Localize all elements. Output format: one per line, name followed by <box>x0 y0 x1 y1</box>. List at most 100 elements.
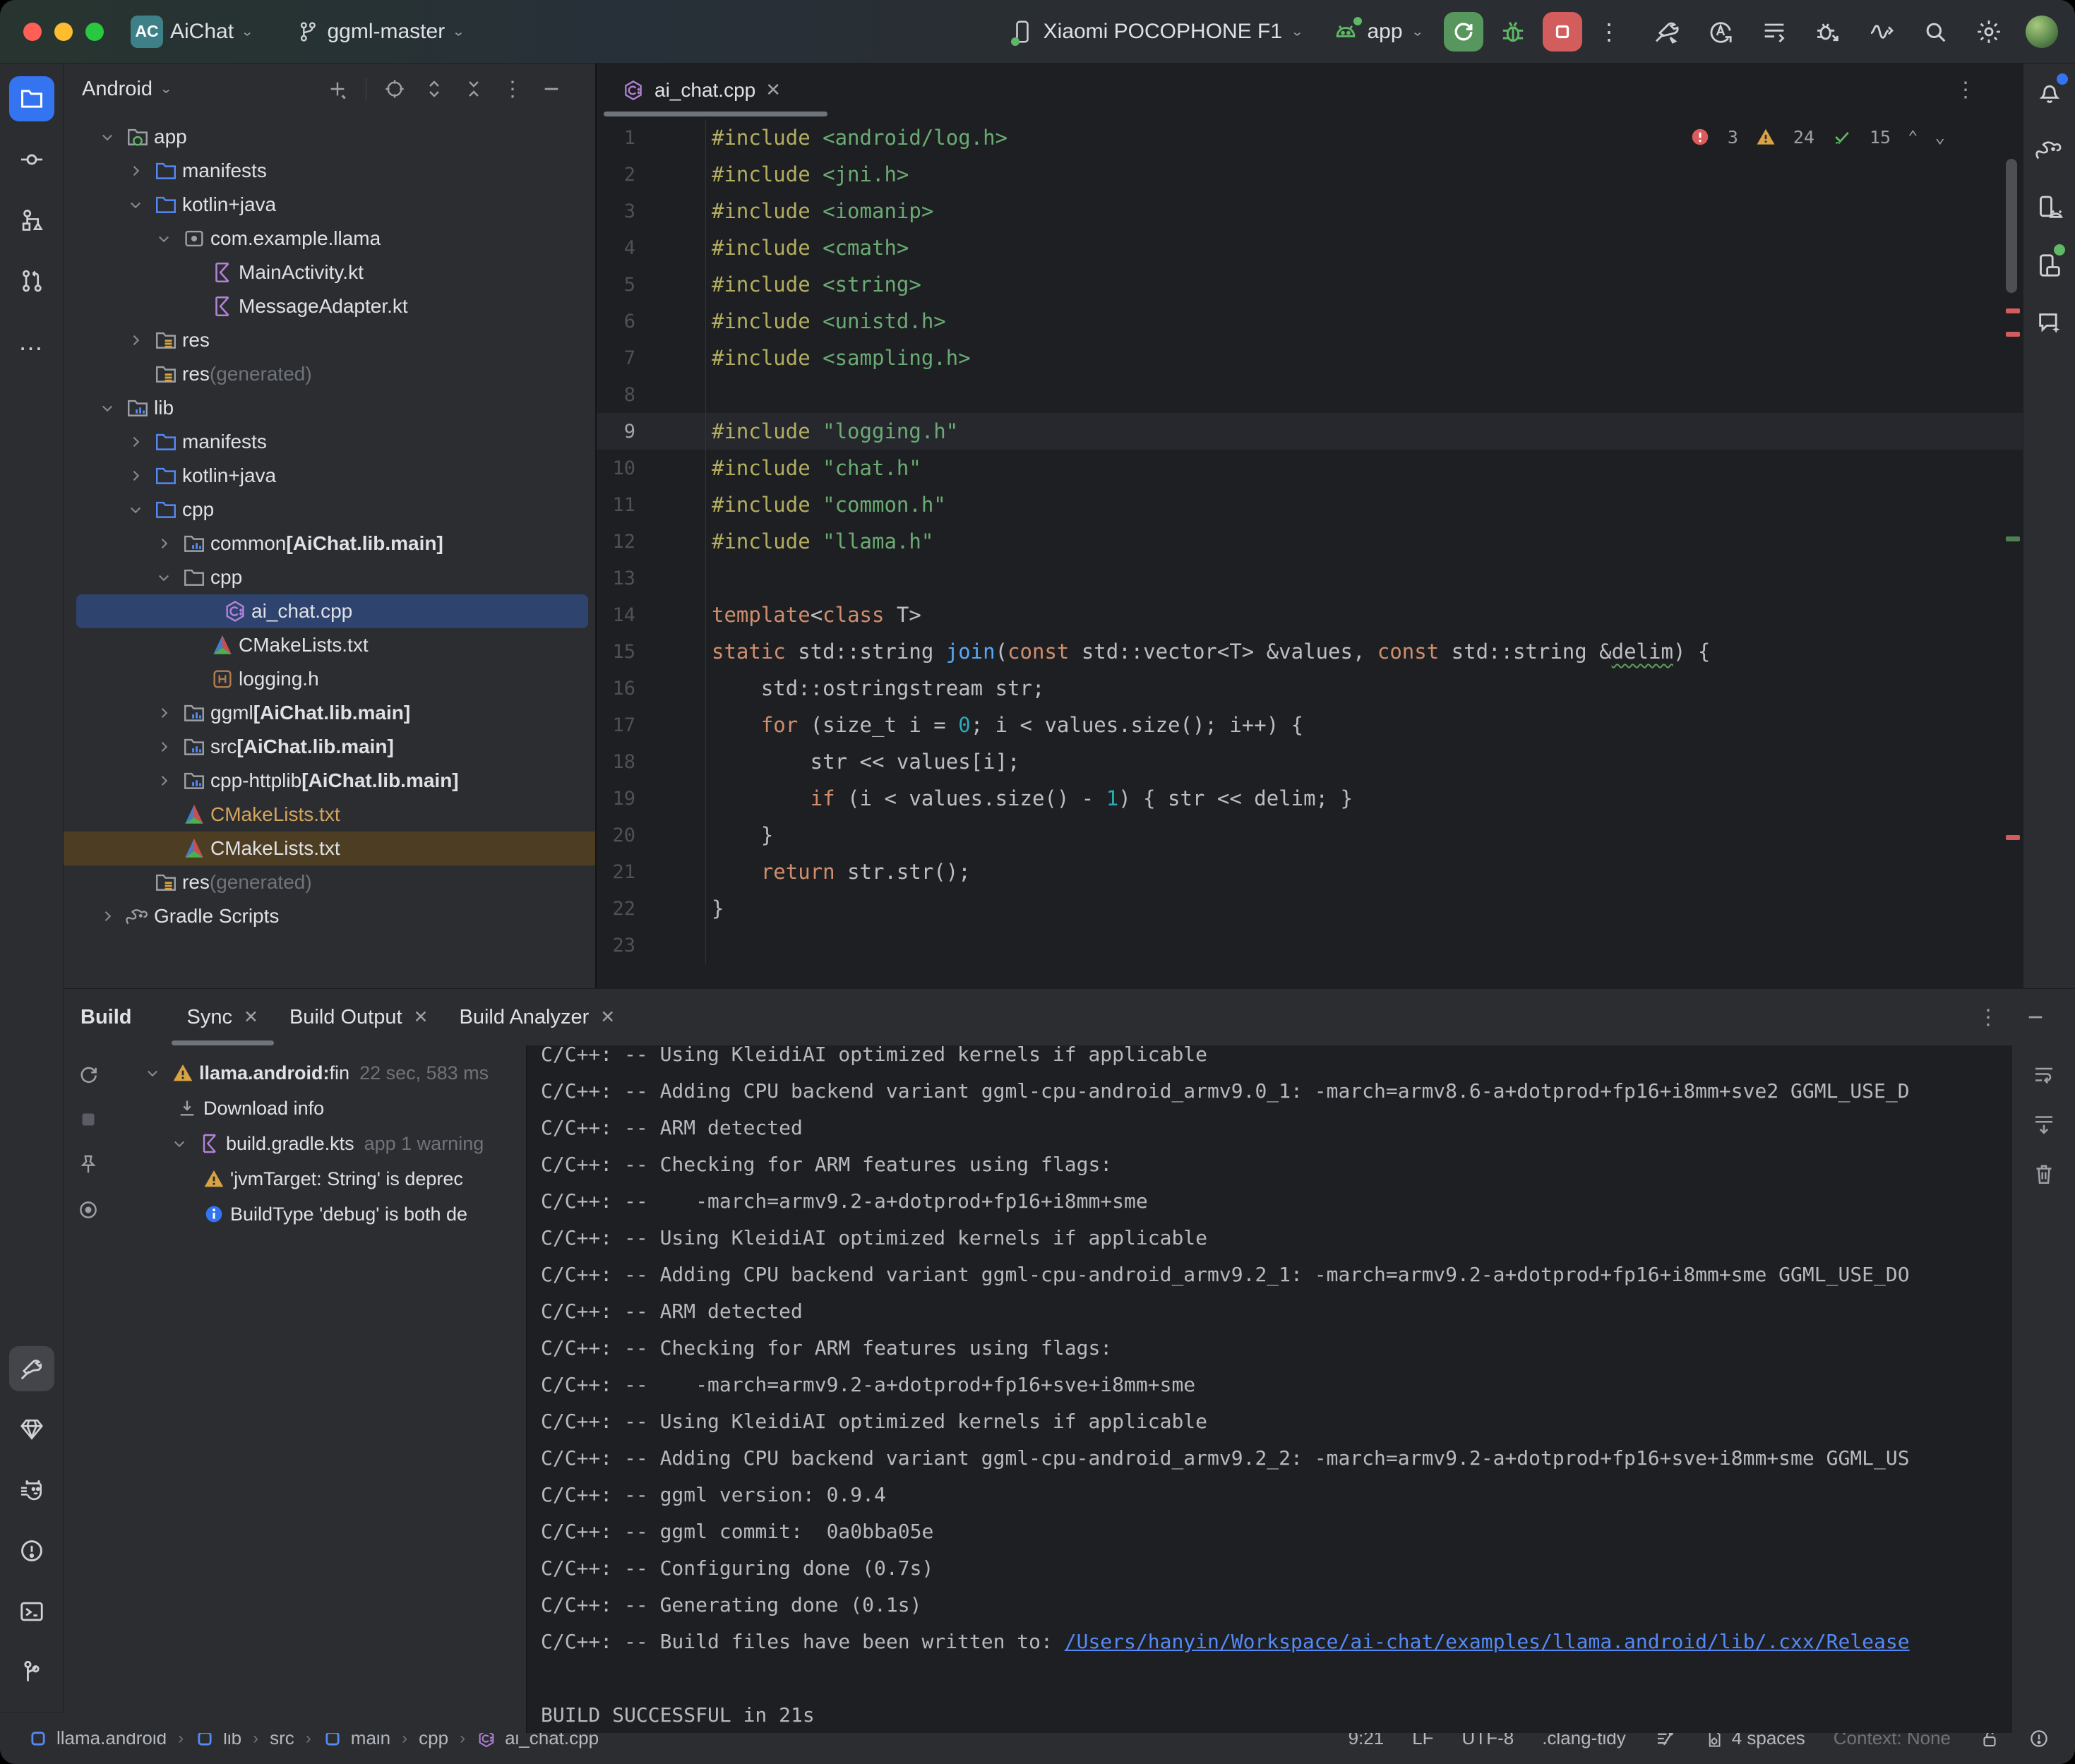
line-number[interactable]: 17 <box>597 714 635 736</box>
error-stripe-mark[interactable] <box>2006 308 2020 313</box>
gradle-tool-button[interactable] <box>2033 133 2067 167</box>
problems-indicator[interactable] <box>2028 1728 2050 1749</box>
chevron-right-icon[interactable] <box>150 736 178 757</box>
more-options-icon[interactable]: ⋮ <box>502 77 523 102</box>
build-tree-item[interactable]: BuildType 'debug' is both de <box>131 1196 526 1232</box>
code-area[interactable]: 3 24 15 ⌃ ⌄ 1#include <a <box>597 116 2023 988</box>
chevron-down-icon[interactable] <box>150 228 178 249</box>
line-number[interactable]: 3 <box>597 200 635 222</box>
line-number[interactable]: 15 <box>597 641 635 663</box>
code-line-8[interactable]: 8 <box>597 376 2023 413</box>
chevron-down-icon[interactable] <box>150 567 178 588</box>
code-line-7[interactable]: 7#include <sampling.h> <box>597 340 2023 376</box>
sync-project-button[interactable] <box>1704 15 1738 49</box>
tree-item-cpp[interactable]: cpp <box>64 560 595 594</box>
tree-item-ggml[interactable]: ggml [AiChat.lib.main] <box>64 696 595 730</box>
tree-item-mainactivity-kt[interactable]: MainActivity.kt <box>64 256 595 289</box>
project-widget[interactable]: AC AiChat ⌄ <box>131 16 253 48</box>
project-tool-button[interactable] <box>9 76 54 121</box>
error-stripe-mark[interactable] <box>2006 332 2020 337</box>
close-tab-icon[interactable]: ✕ <box>765 79 781 101</box>
line-number[interactable]: 5 <box>597 274 635 296</box>
code-line-12[interactable]: 12#include "llama.h" <box>597 523 2023 560</box>
line-number[interactable]: 18 <box>597 751 635 773</box>
clear-console-icon[interactable] <box>2031 1161 2057 1187</box>
line-number[interactable]: 19 <box>597 788 635 810</box>
collapse-all-icon[interactable] <box>462 78 485 100</box>
chevron-down-icon[interactable] <box>138 1062 167 1084</box>
chevron-down-icon[interactable] <box>165 1133 193 1154</box>
chevron-down-icon[interactable] <box>121 194 150 215</box>
scroll-to-end-icon[interactable] <box>2031 1112 2057 1137</box>
tree-item-manifests[interactable]: manifests <box>64 154 595 188</box>
inspections-widget[interactable]: 3 24 15 ⌃ ⌄ <box>1690 126 1945 148</box>
code-line-10[interactable]: 10#include "chat.h" <box>597 450 2023 486</box>
code-line-17[interactable]: 17 for (size_t i = 0; i < values.size();… <box>597 707 2023 743</box>
rerun-app-button[interactable] <box>1444 12 1483 52</box>
logcat-tool-button[interactable] <box>9 1468 54 1513</box>
structure-tool-button[interactable] <box>9 198 54 243</box>
error-stripe-mark[interactable] <box>2006 835 2020 840</box>
terminal-tool-button[interactable] <box>9 1589 54 1634</box>
line-number[interactable]: 21 <box>597 861 635 883</box>
settings-button[interactable] <box>1972 15 2006 49</box>
tree-item-lib[interactable]: lib <box>64 391 595 425</box>
line-number[interactable]: 7 <box>597 347 635 369</box>
line-number[interactable]: 16 <box>597 678 635 700</box>
search-everywhere-button[interactable] <box>1918 15 1952 49</box>
tree-item-com-example-llama[interactable]: com.example.llama <box>64 222 595 256</box>
tree-item-app[interactable]: app <box>64 120 595 154</box>
tree-item-logging-h[interactable]: logging.h <box>64 662 595 696</box>
editor-options-icon[interactable]: ⋮ <box>1955 78 1976 102</box>
chevron-right-icon[interactable] <box>150 533 178 554</box>
tree-item-cpp-httplib[interactable]: cpp-httplib [AiChat.lib.main] <box>64 764 595 798</box>
chevron-down-icon[interactable] <box>93 397 121 419</box>
line-number[interactable]: 8 <box>597 384 635 406</box>
minimize-window-button[interactable] <box>54 23 73 41</box>
minimize-build-panel-icon[interactable] <box>2024 1006 2047 1028</box>
profiler-button[interactable] <box>1865 15 1898 49</box>
chevron-down-icon[interactable] <box>121 499 150 520</box>
add-icon[interactable] <box>326 78 349 100</box>
line-number[interactable]: 4 <box>597 237 635 259</box>
build-tab-build-output[interactable]: Build Output✕ <box>274 989 444 1045</box>
tree-item-cpp[interactable]: cpp <box>64 493 595 527</box>
tree-item-common[interactable]: common [AiChat.lib.main] <box>64 527 595 560</box>
quality-insights-tool-button[interactable] <box>9 1407 54 1452</box>
running-devices-button[interactable] <box>2033 248 2067 282</box>
more-tools-button[interactable]: … <box>9 319 54 364</box>
line-number[interactable]: 13 <box>597 568 635 589</box>
prev-problem-icon[interactable]: ⌃ <box>1908 127 1918 147</box>
expand-all-icon[interactable] <box>423 78 446 100</box>
notifications-button[interactable] <box>2033 75 2067 109</box>
close-tab-icon[interactable]: ✕ <box>244 1007 258 1028</box>
chevron-right-icon[interactable] <box>93 906 121 927</box>
line-number[interactable]: 22 <box>597 898 635 920</box>
tree-item-kotlin-java[interactable]: kotlin+java <box>64 459 595 493</box>
pull-requests-tool-button[interactable] <box>9 258 54 304</box>
tree-item-messageadapter-kt[interactable]: MessageAdapter.kt <box>64 289 595 323</box>
rerun-sync-icon[interactable] <box>76 1062 100 1086</box>
soft-wrap-icon[interactable] <box>2031 1062 2057 1088</box>
line-number[interactable]: 14 <box>597 604 635 626</box>
user-avatar[interactable] <box>2026 16 2058 48</box>
close-tab-icon[interactable]: ✕ <box>600 1007 615 1028</box>
problems-tool-button[interactable] <box>9 1528 54 1573</box>
build-variants-button[interactable] <box>1757 15 1791 49</box>
chevron-right-icon[interactable] <box>121 431 150 452</box>
code-line-9[interactable]: 9#include "logging.h" <box>597 413 2023 450</box>
code-line-6[interactable]: 6#include <unistd.h> <box>597 303 2023 340</box>
tree-item-res[interactable]: res (generated) <box>64 865 595 899</box>
ai-assistant-button[interactable] <box>2033 306 2067 340</box>
locate-file-icon[interactable] <box>383 78 406 100</box>
chevron-right-icon[interactable] <box>121 465 150 486</box>
build-options-icon[interactable]: ⋮ <box>1978 1005 1999 1030</box>
chevron-down-icon[interactable] <box>93 126 121 148</box>
project-view-selector[interactable]: Android ⌄ <box>82 78 172 101</box>
version-control-tool-button[interactable] <box>9 1650 54 1695</box>
vcs-branch-widget[interactable]: ggml-master ⌄ <box>296 20 465 44</box>
code-line-4[interactable]: 4#include <cmath> <box>597 229 2023 266</box>
build-tree-item[interactable]: llama.android: fin22 sec, 583 ms <box>131 1055 526 1091</box>
code-line-13[interactable]: 13 <box>597 560 2023 596</box>
code-line-19[interactable]: 19 if (i < values.size() - 1) { str << d… <box>597 780 2023 817</box>
